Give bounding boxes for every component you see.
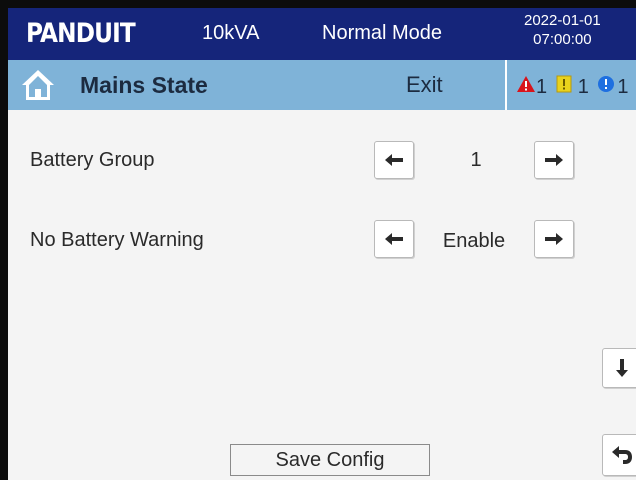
warning-alarm-count: 1 (577, 75, 589, 98)
nav-bar: Mains State Exit 1 1 1 (8, 60, 636, 110)
no-battery-warning-value: Enable (442, 230, 506, 252)
current-date: 2022-01-01 (524, 12, 601, 29)
battery-group-label: Battery Group (30, 149, 155, 171)
battery-group-decrease-button[interactable] (374, 141, 414, 179)
arrow-right-icon (545, 233, 563, 245)
info-alarm-count: 1 (617, 75, 629, 98)
ups-rating: 10kVA (202, 22, 260, 44)
warning-triangle-icon (516, 75, 536, 99)
scroll-down-button[interactable] (602, 348, 636, 388)
divider (505, 60, 507, 110)
battery-group-value: 1 (470, 149, 482, 171)
header-bar: PANDUIT 10kVA Normal Mode 2022-01-01 07:… (8, 8, 636, 60)
date-time: 2022-01-01 07:00:00 (524, 11, 601, 49)
ups-panel-screen: PANDUIT 10kVA Normal Mode 2022-01-01 07:… (0, 0, 636, 480)
critical-alarm-count: 1 (536, 75, 548, 98)
no-battery-warning-label: No Battery Warning (30, 229, 204, 251)
brand-logo: PANDUIT (26, 18, 136, 49)
save-config-button[interactable]: Save Config (230, 444, 430, 476)
current-time: 07:00:00 (533, 31, 592, 48)
exclamation-square-icon (556, 75, 572, 99)
home-icon[interactable] (20, 68, 56, 102)
operating-mode: Normal Mode (322, 22, 443, 44)
return-arrow-icon (612, 446, 632, 464)
exit-button[interactable]: Exit (406, 72, 443, 98)
no-battery-warning-decrease-button[interactable] (374, 220, 414, 258)
arrow-left-icon (385, 154, 403, 166)
back-button[interactable] (602, 434, 636, 476)
page-title: Mains State (80, 72, 208, 98)
no-battery-warning-increase-button[interactable] (534, 220, 574, 258)
arrow-right-icon (545, 154, 563, 166)
info-circle-icon (597, 75, 615, 99)
arrow-left-icon (385, 233, 403, 245)
battery-group-increase-button[interactable] (534, 141, 574, 179)
alarm-summary[interactable]: 1 1 1 (516, 74, 632, 98)
arrow-down-icon (616, 359, 628, 377)
